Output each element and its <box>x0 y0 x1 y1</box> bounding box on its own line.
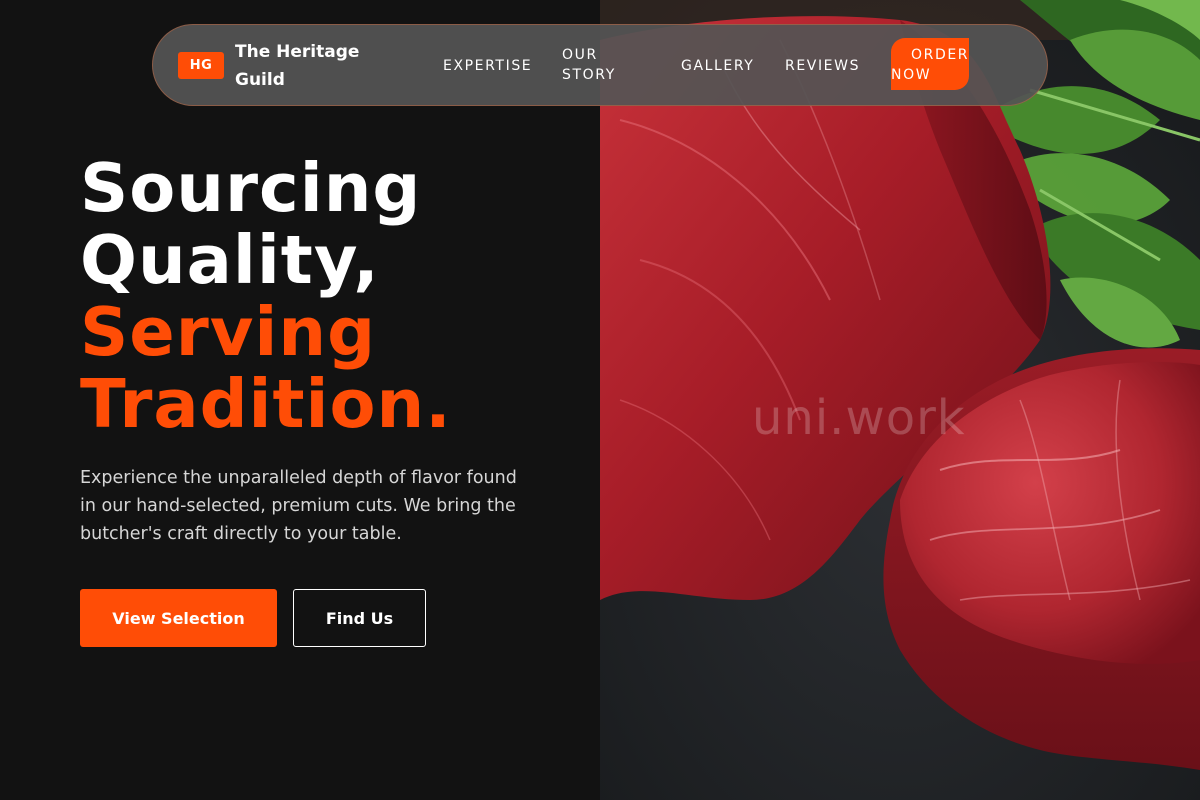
brand-name[interactable]: The Heritage Guild <box>235 38 395 94</box>
view-selection-button[interactable]: View Selection <box>80 589 277 647</box>
beef-image <box>600 0 1200 800</box>
hero-title-line-1: Sourcing <box>80 149 422 227</box>
hero-title-line-3: Serving <box>80 293 377 371</box>
nav-link-our-story[interactable]: OUR STORY <box>562 45 642 85</box>
hero-title-line-4: Tradition. <box>80 365 452 443</box>
hero-photo <box>600 0 1200 800</box>
nav-link-gallery[interactable]: GALLERY <box>681 56 754 76</box>
nav-link-expertise[interactable]: EXPERTISE <box>443 56 532 76</box>
hero-description: Experience the unparalleled depth of fla… <box>80 468 517 544</box>
nav-link-reviews[interactable]: REVIEWS <box>785 56 860 76</box>
top-navbar: HG The Heritage Guild EXPERTISE OUR STOR… <box>152 24 1048 106</box>
logo-badge[interactable]: HG <box>178 52 224 79</box>
hero-title: Sourcing Quality, Serving Tradition. <box>80 152 600 440</box>
hero-title-line-2: Quality, <box>80 221 380 299</box>
find-us-button[interactable]: Find Us <box>293 589 426 647</box>
order-now-button[interactable]: ORDER NOW <box>891 45 973 85</box>
